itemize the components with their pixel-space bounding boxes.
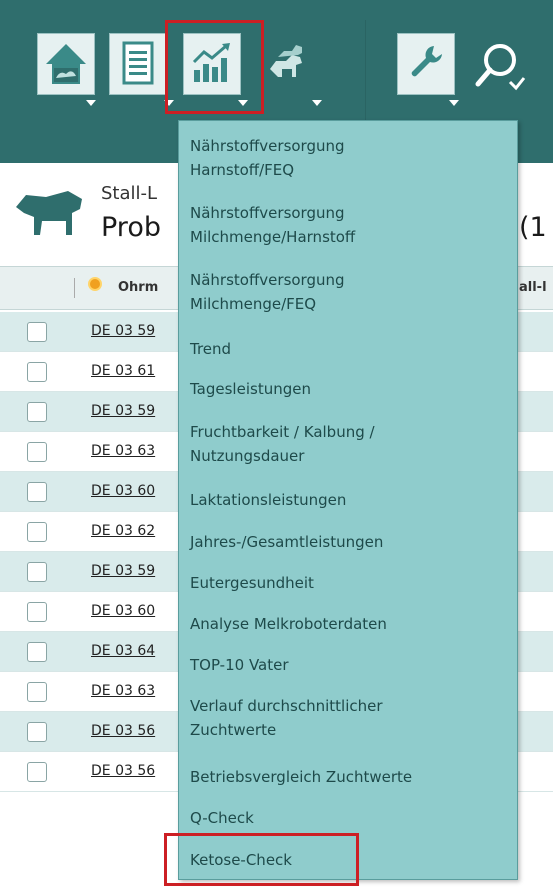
row-checkbox[interactable] bbox=[27, 522, 47, 542]
row-id-link[interactable]: DE 03 61 bbox=[91, 363, 155, 379]
row-checkbox[interactable] bbox=[27, 442, 47, 462]
home-dropdown-icon[interactable] bbox=[86, 100, 96, 106]
menu-item-verlauf-zuchtwerte[interactable]: Verlauf durchschnittlicher bbox=[190, 695, 383, 717]
dropdown-menu: Nährstoffversorgung Harnstoff/FEQ Nährstof… bbox=[178, 120, 518, 880]
tools-icon bbox=[411, 46, 442, 77]
row-id-link[interactable]: DE 03 59 bbox=[91, 323, 155, 339]
page-title: Prob bbox=[101, 212, 161, 243]
row-checkbox[interactable] bbox=[27, 642, 47, 662]
menu-item-naehrstoff-milchmenge-harnstoff-line2[interactable]: Milchmenge/Harnstoff bbox=[190, 226, 355, 248]
row-id-link[interactable]: DE 03 59 bbox=[91, 403, 155, 419]
tools-button[interactable] bbox=[397, 33, 455, 95]
home-icon bbox=[46, 44, 86, 84]
row-id-link[interactable]: DE 03 59 bbox=[91, 563, 155, 579]
document-button[interactable] bbox=[109, 33, 167, 95]
menu-item-fruchtbarkeit-line2[interactable]: Nutzungsdauer bbox=[190, 445, 304, 467]
row-checkbox[interactable] bbox=[27, 562, 47, 582]
row-checkbox[interactable] bbox=[27, 402, 47, 422]
row-checkbox[interactable] bbox=[27, 722, 47, 742]
menu-item-naehrstoff-milchmenge-feq-line2[interactable]: Milchmenge/FEQ bbox=[190, 293, 316, 315]
row-id-link[interactable]: DE 03 62 bbox=[91, 523, 155, 539]
menu-item-fruchtbarkeit[interactable]: Fruchtbarkeit / Kalbung / bbox=[190, 421, 375, 443]
menu-item-naehrstoff-milchmenge-harnstoff[interactable]: Nährstoffversorgung bbox=[190, 202, 345, 224]
cows-icon bbox=[270, 45, 302, 77]
cows-dropdown-icon[interactable] bbox=[312, 100, 322, 106]
highlight-ketose-check bbox=[164, 833, 359, 886]
row-id-link[interactable]: DE 03 60 bbox=[91, 603, 155, 619]
menu-item-q-check[interactable]: Q-Check bbox=[190, 807, 254, 829]
highlight-chart-button bbox=[165, 20, 264, 114]
row-checkbox[interactable] bbox=[27, 482, 47, 502]
column-ohrm[interactable]: Ohrm bbox=[118, 280, 158, 295]
menu-item-naehrstoff-harnstoff-feq-line2[interactable]: Harnstoff/FEQ bbox=[190, 159, 294, 181]
tools-dropdown-icon[interactable] bbox=[449, 100, 459, 106]
search-icon[interactable] bbox=[470, 40, 530, 100]
row-id-link[interactable]: DE 03 63 bbox=[91, 443, 155, 459]
row-checkbox[interactable] bbox=[27, 602, 47, 622]
menu-item-eutergesundheit[interactable]: Eutergesundheit bbox=[190, 572, 314, 594]
row-id-link[interactable]: DE 03 56 bbox=[91, 723, 155, 739]
cows-button[interactable] bbox=[258, 33, 316, 95]
row-checkbox[interactable] bbox=[27, 762, 47, 782]
row-checkbox[interactable] bbox=[27, 682, 47, 702]
count-label: (1 bbox=[519, 212, 547, 243]
row-id-link[interactable]: DE 03 64 bbox=[91, 643, 155, 659]
home-button[interactable] bbox=[37, 33, 95, 95]
menu-item-trend[interactable]: Trend bbox=[190, 338, 231, 360]
cow-icon bbox=[16, 191, 82, 235]
menu-item-top10-vater[interactable]: TOP-10 Vater bbox=[190, 654, 289, 676]
menu-item-naehrstoff-harnstoff-feq[interactable]: Nährstoffversorgung bbox=[190, 135, 345, 157]
menu-item-naehrstoff-milchmenge-feq[interactable]: Nährstoffversorgung bbox=[190, 269, 345, 291]
column-divider bbox=[74, 278, 75, 298]
row-id-link[interactable]: DE 03 60 bbox=[91, 483, 155, 499]
status-dot-icon bbox=[88, 277, 102, 291]
menu-item-verlauf-zuchtwerte-line2[interactable]: Zuchtwerte bbox=[190, 719, 276, 741]
row-checkbox[interactable] bbox=[27, 322, 47, 342]
document-icon bbox=[122, 41, 154, 85]
column-stall[interactable]: all-l bbox=[519, 280, 547, 295]
row-checkbox[interactable] bbox=[27, 362, 47, 382]
menu-item-tagesleistungen[interactable]: Tagesleistungen bbox=[190, 378, 311, 400]
row-id-link[interactable]: DE 03 56 bbox=[91, 763, 155, 779]
menu-item-betriebsvergleich-zuchtwerte[interactable]: Betriebsvergleich Zuchtwerte bbox=[190, 766, 412, 788]
menu-item-analyse-melkroboterdaten[interactable]: Analyse Melkroboterdaten bbox=[190, 613, 387, 635]
menu-item-laktationsleistungen[interactable]: Laktationsleistungen bbox=[190, 489, 346, 511]
menu-item-jahres-gesamtleistungen[interactable]: Jahres-/Gesamtleistungen bbox=[190, 531, 383, 553]
toolbar-separator bbox=[365, 20, 366, 130]
row-id-link[interactable]: DE 03 63 bbox=[91, 683, 155, 699]
stall-label: Stall-L bbox=[101, 183, 158, 204]
